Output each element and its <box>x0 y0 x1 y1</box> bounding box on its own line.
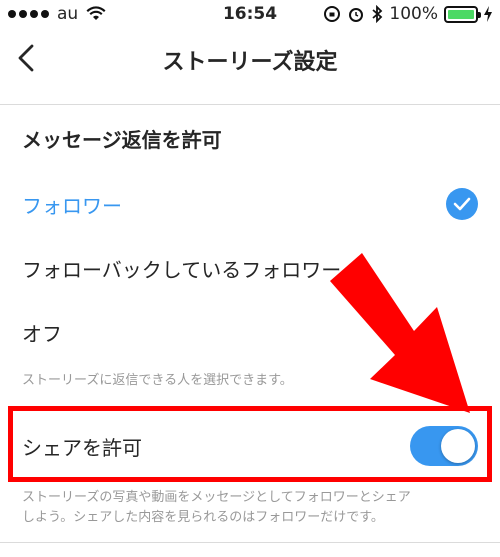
share-allow-toggle[interactable] <box>410 426 478 466</box>
option-label: フォローバックしているフォロワー <box>22 258 342 282</box>
bluetooth-icon <box>372 5 383 23</box>
checkmark-icon <box>446 188 478 220</box>
status-bar: au 16:54 100% <box>0 0 500 30</box>
section-title-message-reply: メッセージ返信を許可 <box>22 128 222 152</box>
share-hint-line-2: しよう。シェアした内容を見られるのはフォロワーだけです。 <box>22 510 384 525</box>
battery-percent: 100% <box>389 4 438 24</box>
share-hint-line-1: ストーリーズの写真や動画をメッセージとしてフォロワーとシェア <box>22 490 411 505</box>
nav-bar: ストーリーズ設定 <box>0 30 500 86</box>
divider <box>0 542 500 543</box>
alarm-icon <box>349 8 364 22</box>
status-right: 100% <box>323 4 492 24</box>
reply-hint-text: ストーリーズに返信できる人を選択できます。 <box>22 373 293 388</box>
share-allow-row: シェアを許可 <box>0 410 500 476</box>
divider <box>0 104 500 105</box>
option-followers[interactable]: フォロワー <box>0 174 500 230</box>
option-label: オフ <box>22 322 62 346</box>
option-off[interactable]: オフ <box>0 302 500 358</box>
charging-icon <box>484 6 492 22</box>
page-title: ストーリーズ設定 <box>162 50 338 75</box>
option-mutual-followers[interactable]: フォローバックしているフォロワー <box>0 238 500 294</box>
option-label: フォロワー <box>22 194 122 218</box>
orientation-lock-icon <box>324 6 341 22</box>
toggle-knob <box>441 429 475 463</box>
share-allow-label: シェアを許可 <box>22 436 142 460</box>
battery-icon <box>444 5 481 23</box>
